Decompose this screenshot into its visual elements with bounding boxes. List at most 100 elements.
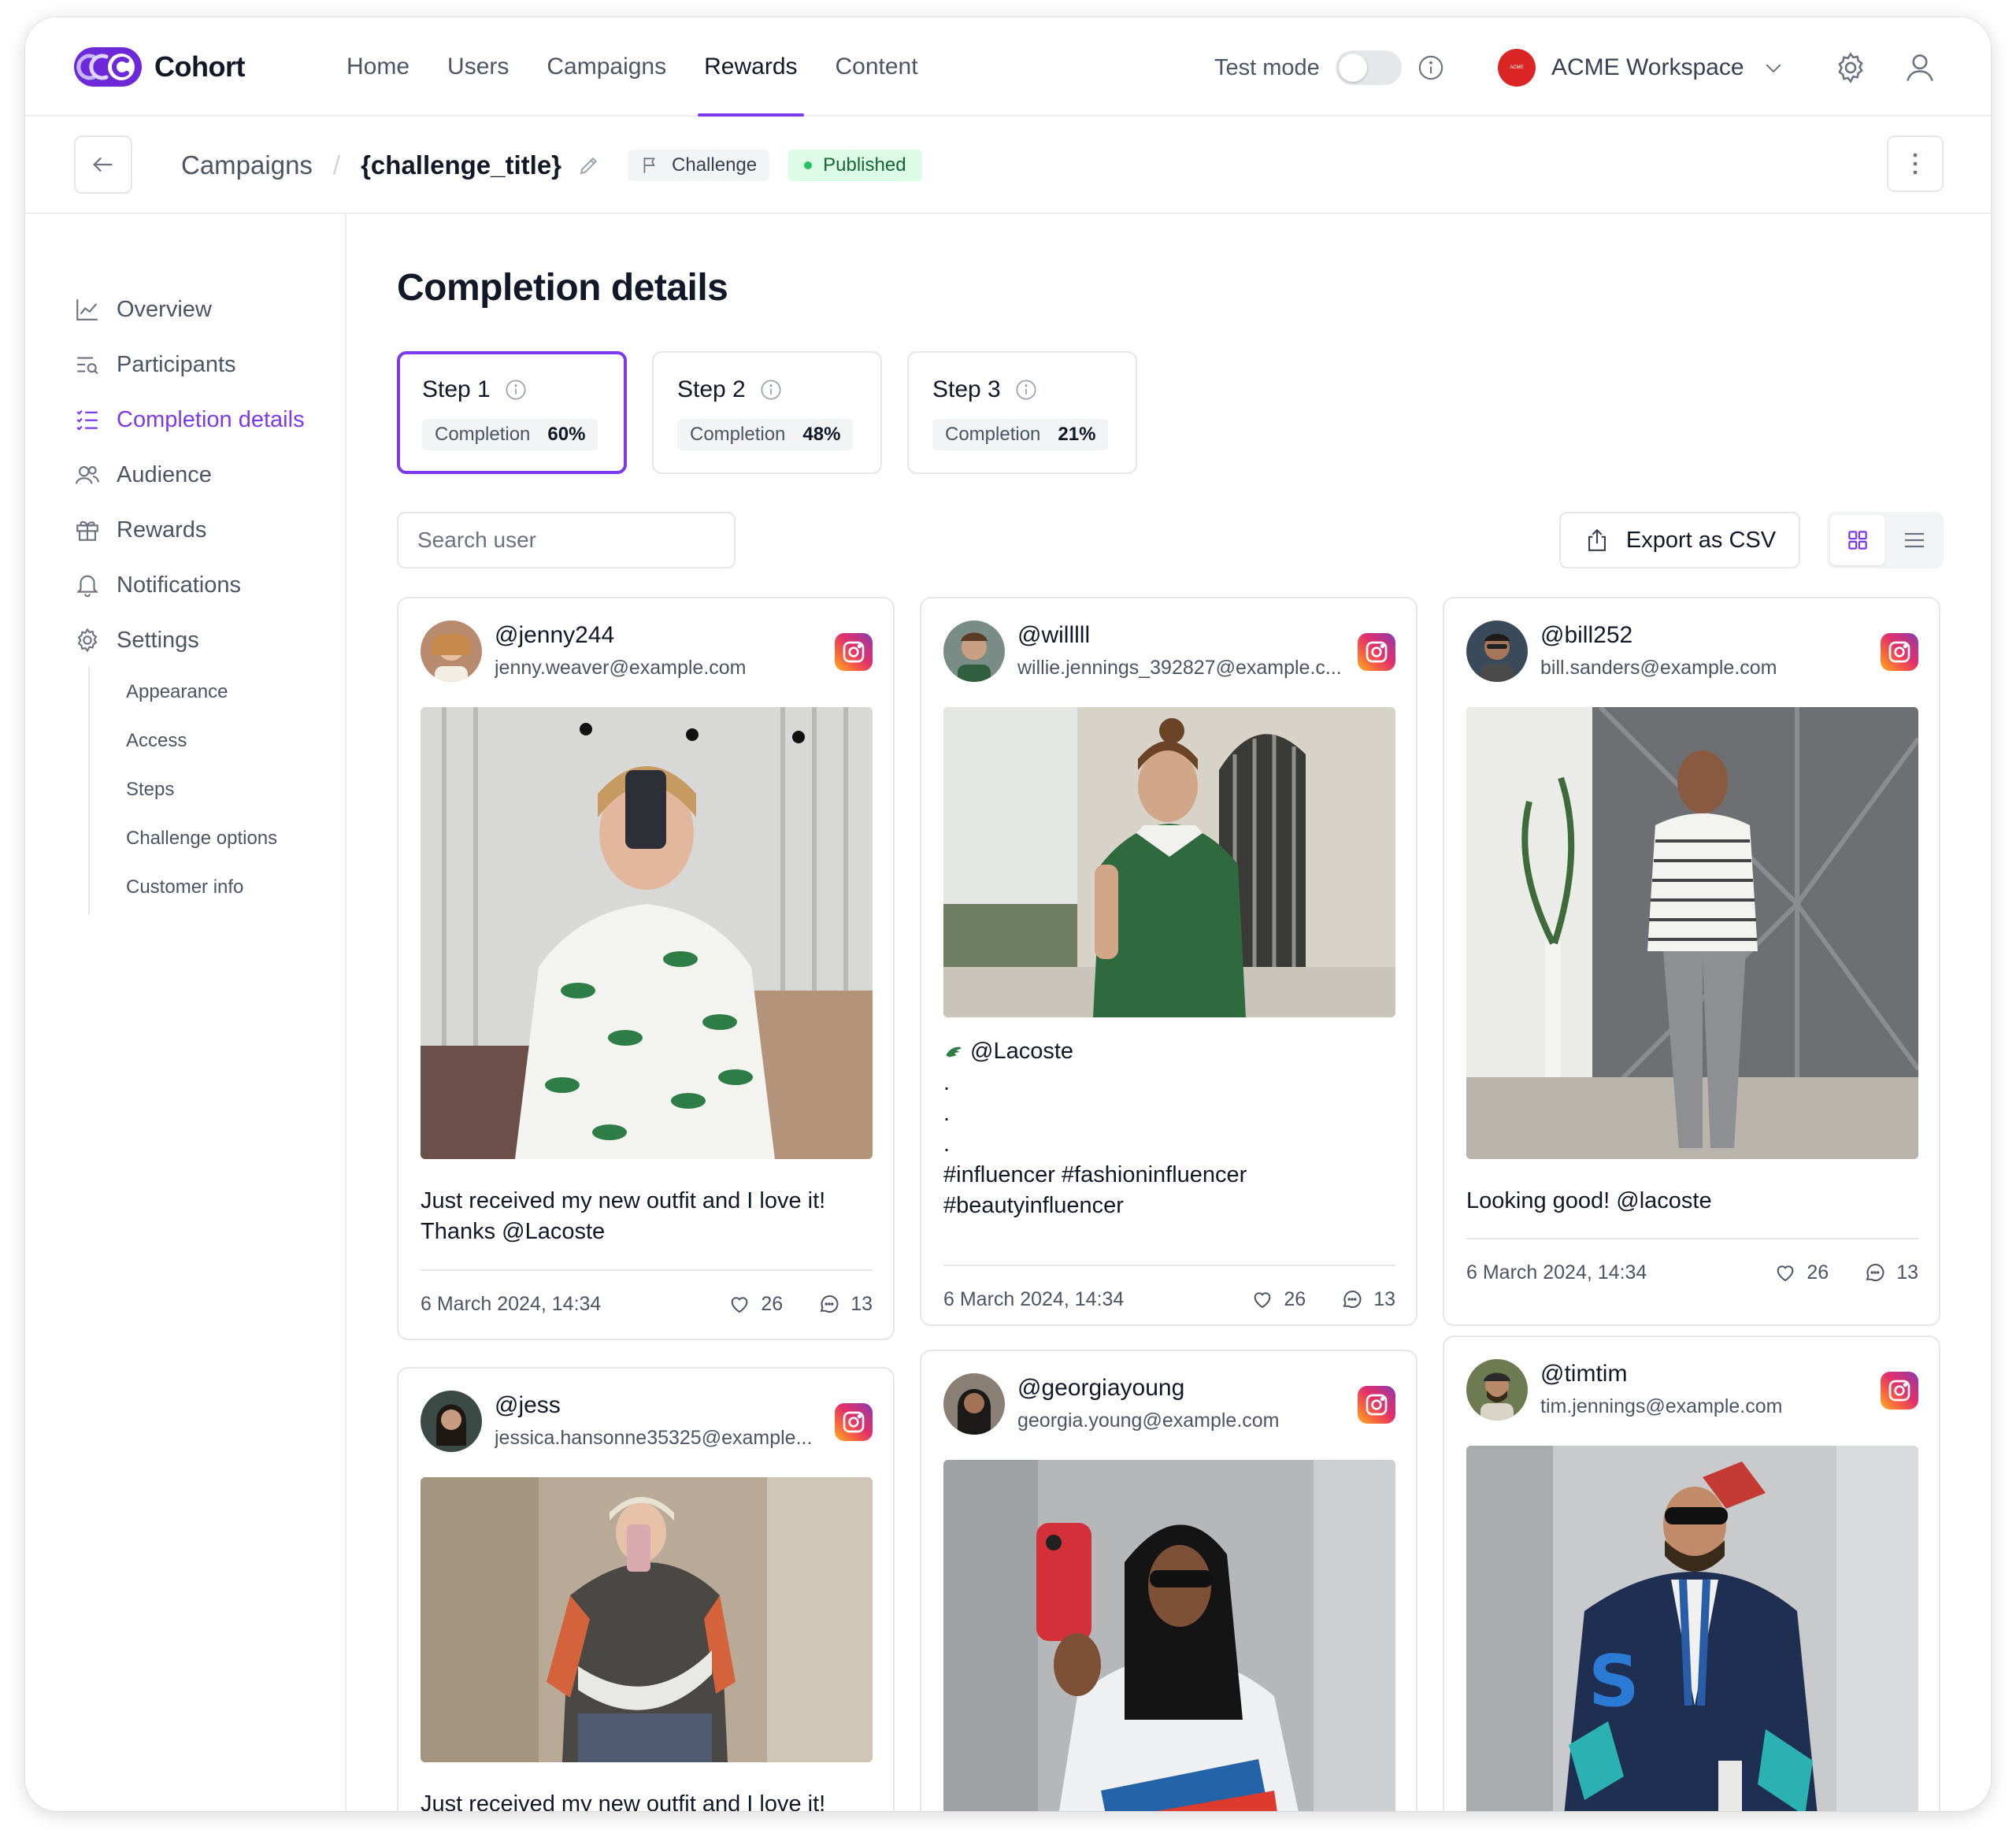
post-image[interactable]: [421, 707, 873, 1159]
post-card[interactable]: @timtim tim.jennings@example.com S: [1443, 1335, 1940, 1811]
avatar: [421, 620, 482, 682]
comment-icon[interactable]: [817, 1292, 841, 1316]
post-card[interactable]: @jenny244 jenny.weaver@example.com Just …: [397, 597, 895, 1340]
comment-count: 13: [850, 1292, 873, 1315]
view-toggle: [1827, 512, 1944, 569]
more-options-button[interactable]: [1887, 135, 1944, 192]
test-mode-toggle[interactable]: [1335, 50, 1402, 85]
breadcrumb-campaigns[interactable]: Campaigns: [181, 150, 313, 180]
chart-line-icon: [74, 296, 104, 323]
post-image[interactable]: [1466, 707, 1918, 1159]
post-card[interactable]: @willlll willie.jennings_392827@example.…: [920, 597, 1418, 1326]
bell-icon: [74, 572, 104, 598]
test-mode: Test mode: [1214, 50, 1444, 85]
sidebar-item-settings[interactable]: Settings: [74, 622, 199, 658]
post-handle[interactable]: @bill252: [1540, 622, 1632, 649]
workspace-switcher[interactable]: ACME ACME Workspace: [1498, 47, 1785, 88]
post-handle[interactable]: @jess: [495, 1392, 561, 1419]
completion-label: Completion: [690, 424, 786, 445]
post-image[interactable]: [943, 707, 1395, 1017]
cohort-logo-icon: [74, 47, 142, 87]
sidebar-subitem-challenge-options[interactable]: Challenge options: [126, 825, 277, 852]
completion-badge: Completion 48%: [677, 419, 854, 450]
instagram-icon[interactable]: [835, 633, 873, 671]
sidebar-item-completion-details[interactable]: Completion details: [74, 402, 305, 438]
sidebar-item-participants[interactable]: Participants: [74, 346, 236, 383]
post-handle[interactable]: @georgiayoung: [1017, 1375, 1184, 1402]
post-card[interactable]: @georgiayoung georgia.young@example.com: [920, 1350, 1418, 1811]
heart-icon[interactable]: [1773, 1261, 1797, 1284]
instagram-icon[interactable]: [1358, 1386, 1395, 1424]
post-handle[interactable]: @willlll: [1017, 622, 1090, 649]
sidebar-item-overview[interactable]: Overview: [74, 291, 212, 328]
post-caption: . . . #influencer #fashioninfluencer #be…: [943, 1070, 1247, 1218]
avatar: [943, 620, 1005, 682]
sidebar-item-notifications[interactable]: Notifications: [74, 567, 241, 603]
sidebar-subitem-steps[interactable]: Steps: [126, 776, 174, 803]
flag-icon: [643, 157, 655, 173]
crocodile-icon: [946, 1046, 962, 1057]
post-handle[interactable]: @jenny244: [495, 622, 614, 649]
nav-home[interactable]: Home: [346, 17, 410, 117]
post-footer: 6 March 2024, 14:34 26 13: [1466, 1257, 1918, 1288]
nav-users[interactable]: Users: [447, 17, 509, 117]
nav-campaigns[interactable]: Campaigns: [547, 17, 666, 117]
step-card-1[interactable]: Step 1 Completion 60%: [397, 351, 627, 474]
instagram-icon[interactable]: [1358, 633, 1395, 671]
back-button[interactable]: [74, 135, 132, 194]
comment-icon[interactable]: [1863, 1261, 1887, 1284]
post-card[interactable]: @bill252 bill.sanders@example.com Lookin…: [1443, 597, 1940, 1326]
post-card[interactable]: @jess jessica.hansonne35325@example... J…: [397, 1367, 895, 1811]
sidebar-item-label: Participants: [117, 351, 236, 377]
type-badge-label: Challenge: [672, 154, 758, 176]
sidebar-subitem-appearance[interactable]: Appearance: [126, 679, 228, 706]
instagram-icon[interactable]: [1881, 633, 1918, 671]
search-input[interactable]: [397, 512, 736, 569]
nav-rewards[interactable]: Rewards: [698, 17, 804, 117]
post-email: bill.sanders@example.com: [1540, 657, 1777, 679]
list-search-icon: [74, 351, 104, 378]
avatar: [421, 1391, 482, 1452]
app-name: Cohort: [154, 50, 245, 83]
grid-view-button[interactable]: [1830, 515, 1885, 565]
breadcrumb-separator: /: [332, 150, 341, 180]
instagram-icon[interactable]: [1881, 1372, 1918, 1409]
post-caption-mention: @Lacoste: [970, 1039, 1074, 1064]
sidebar-item-label: Notifications: [117, 572, 241, 598]
chevron-down-icon: [1762, 56, 1785, 80]
sidebar-subitem-customer-info[interactable]: Customer info: [126, 874, 243, 901]
post-email: georgia.young@example.com: [1017, 1409, 1280, 1432]
sidebar-subitem-access[interactable]: Access: [126, 728, 187, 754]
heart-icon[interactable]: [728, 1292, 751, 1316]
step-card-3[interactable]: Step 3 Completion 21%: [907, 351, 1137, 474]
pencil-icon[interactable]: [577, 154, 601, 177]
post-date: 6 March 2024, 14:34: [1466, 1261, 1647, 1284]
post-image[interactable]: [421, 1477, 873, 1762]
info-icon[interactable]: [1418, 54, 1444, 81]
export-csv-button[interactable]: Export as CSV: [1559, 512, 1800, 569]
post-image[interactable]: [943, 1460, 1395, 1811]
post-image[interactable]: S: [1466, 1446, 1918, 1811]
sidebar-item-label: Completion details: [117, 406, 305, 432]
status-dot: [804, 161, 813, 169]
main-nav: Home Users Campaigns Rewards Content: [346, 17, 956, 117]
heart-icon[interactable]: [1251, 1287, 1274, 1311]
list-view-button[interactable]: [1888, 515, 1940, 565]
post-email: jessica.hansonne35325@example...: [495, 1427, 813, 1449]
info-icon[interactable]: [760, 379, 782, 401]
post-handle[interactable]: @timtim: [1540, 1361, 1627, 1387]
completion-value: 60%: [547, 424, 586, 445]
sidebar-item-rewards[interactable]: Rewards: [74, 512, 206, 548]
nav-content[interactable]: Content: [836, 17, 918, 117]
section-title: Completion details: [397, 267, 728, 309]
info-icon[interactable]: [505, 379, 527, 401]
step-card-2[interactable]: Step 2 Completion 48%: [652, 351, 882, 474]
sidebar-item-audience[interactable]: Audience: [74, 457, 212, 493]
workspace-avatar: ACME: [1498, 49, 1536, 87]
gear-icon[interactable]: [1833, 50, 1868, 85]
user-icon[interactable]: [1903, 50, 1937, 85]
logo[interactable]: Cohort: [74, 47, 245, 87]
instagram-icon[interactable]: [835, 1403, 873, 1441]
info-icon[interactable]: [1015, 379, 1037, 401]
comment-icon[interactable]: [1340, 1287, 1364, 1311]
